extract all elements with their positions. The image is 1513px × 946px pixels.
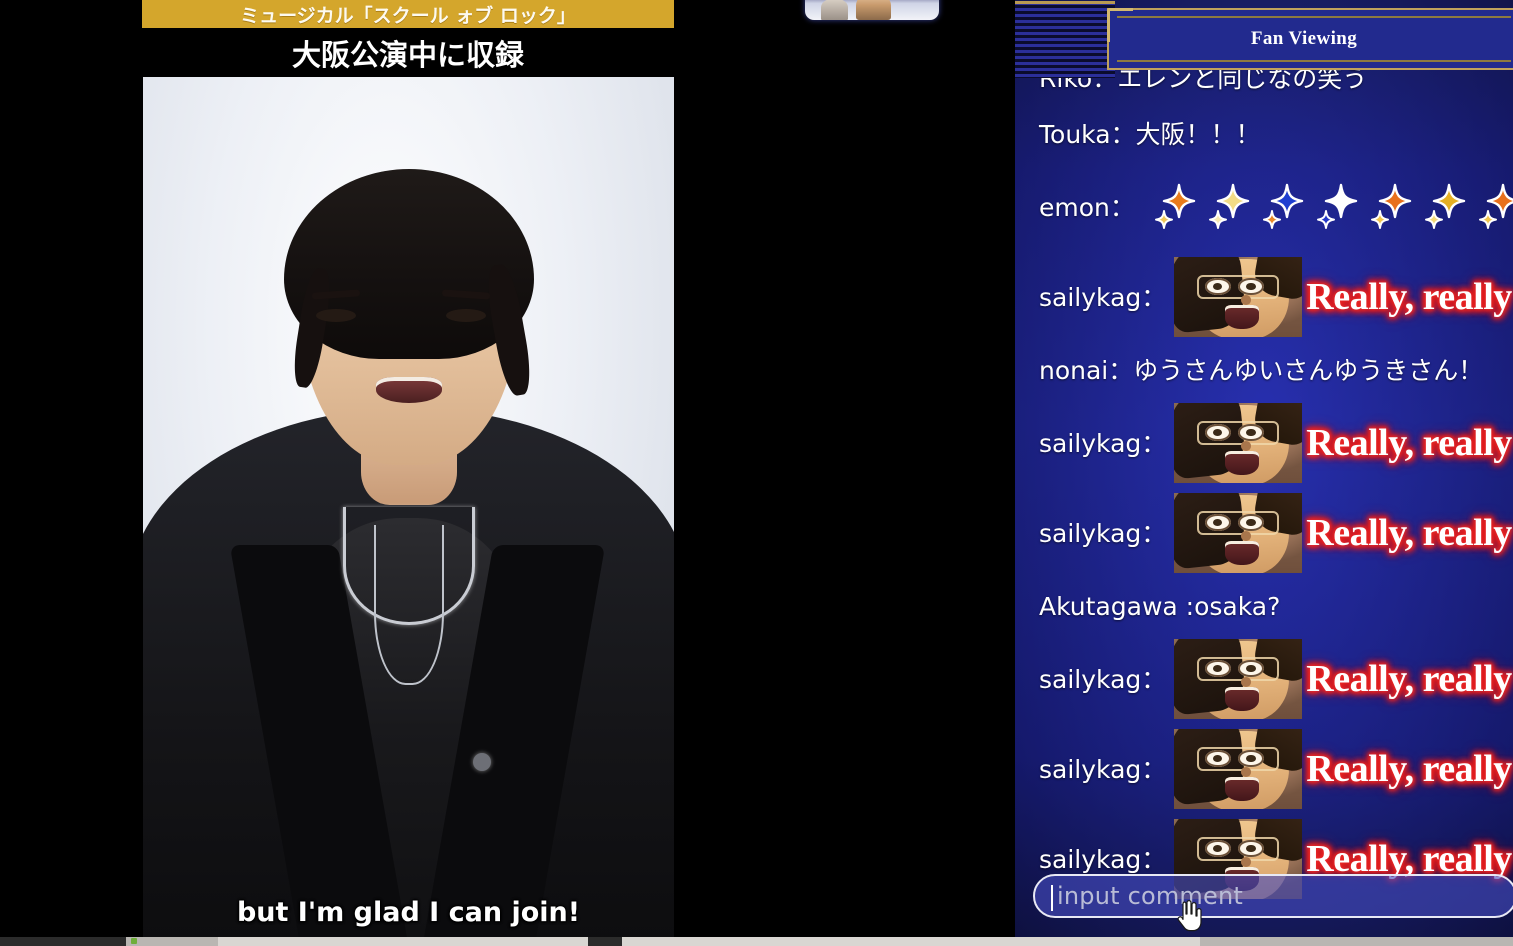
subject-mouth [375, 377, 442, 403]
emote-eye-left [1204, 277, 1231, 296]
sticker-caption-text: Really, really HOT [1306, 422, 1513, 464]
chat-message-author: sailykag： [1039, 428, 1167, 458]
comment-input[interactable]: input comment [1033, 874, 1513, 918]
emote-mouth [1225, 541, 1259, 565]
sticker-caption-text: Really, really HOT [1306, 838, 1513, 880]
sticker-caption-text: Really, really HOT [1306, 748, 1513, 790]
emote-eye-left [1204, 749, 1231, 768]
chat-emote-image[interactable] [1174, 639, 1303, 719]
pip-figure-secondary [821, 0, 848, 20]
chat-emote-image[interactable] [1174, 493, 1303, 573]
chat-message[interactable]: sailykag： Really, really HOT [1039, 724, 1513, 814]
chat-message[interactable]: Akutagawa : osaka? [1039, 578, 1513, 634]
emote-nose [1240, 767, 1252, 777]
text-caret [1051, 885, 1053, 911]
chat-message-sticker[interactable]: Really, really HOT [1174, 493, 1513, 573]
chat-message[interactable]: emon： [1039, 162, 1513, 252]
chat-message-text: 大阪！！！ [1135, 119, 1261, 149]
chat-message[interactable]: sailykag： Really, really HOT [1039, 398, 1513, 488]
strip-segment-taskbar [126, 937, 218, 946]
emote-nose [1240, 441, 1252, 451]
chat-message-author: Akutagawa : [1039, 591, 1195, 621]
video-frame[interactable]: but I'm glad I can join! [143, 77, 674, 938]
emote-nose [1240, 295, 1252, 305]
emote-nose [1240, 531, 1252, 541]
subject-eye-left [316, 309, 356, 322]
program-title-banner: ミュージカル「スクール ォブ ロック」 [142, 0, 674, 28]
picture-in-picture-thumbnail[interactable] [805, 0, 939, 20]
decorative-stripe-ornament [1015, 2, 1115, 78]
video-caption-text: but I'm glad I can join! [236, 897, 581, 928]
chat-emote-image[interactable] [1174, 403, 1303, 483]
subject-eye-right [446, 309, 486, 322]
chat-message-list[interactable]: Riko： エレンと同じなの笑う Touka： 大阪！！！ emon： sailykag：… [1015, 62, 1513, 899]
chat-message-sparkle-emoji-row [1149, 181, 1513, 233]
pip-figure-primary [855, 0, 891, 20]
chat-message[interactable]: sailykag： Really, really HOT [1039, 634, 1513, 724]
comment-input-container[interactable]: input comment [1033, 874, 1513, 918]
chat-message-author: sailykag： [1039, 754, 1167, 784]
sticker-caption-text: Really, really HOT [1306, 276, 1513, 318]
chat-message-sticker[interactable]: Really, really HOT [1174, 403, 1513, 483]
emote-eye-left [1204, 659, 1231, 678]
chat-message-author: emon： [1039, 192, 1135, 222]
fan-viewing-chat-pane[interactable]: Fan Viewing Riko： エレンと同じなの笑う Touka： 大阪！！！ em… [1015, 0, 1513, 946]
chat-message-sticker[interactable]: Really, really HOT [1174, 729, 1513, 809]
emote-nose [1240, 677, 1252, 687]
emote-eye-left [1204, 839, 1231, 858]
chat-message[interactable]: sailykag： Really, really HOT [1039, 252, 1513, 342]
header-corner-ornament-icon [1107, 8, 1133, 42]
emote-eye-left [1204, 423, 1231, 442]
sticker-caption-text: Really, really HOT [1306, 658, 1513, 700]
sticker-caption-text: Really, really HOT [1306, 512, 1513, 554]
video-player-pane[interactable]: ミュージカル「スクール ォブ ロック」 大阪公演中に収録 but I'm gla… [0, 0, 1014, 946]
chat-message-author: nonai： [1039, 355, 1134, 385]
strip-segment-right [1200, 937, 1513, 946]
chat-message-text: ゆうさんゆいさんゆうきさん！ [1133, 355, 1484, 385]
emote-eye-left [1204, 513, 1231, 532]
ornament-gold-rule [1015, 1, 1115, 4]
emote-mouth [1225, 305, 1259, 329]
strip-status-dot-icon [131, 938, 137, 944]
chat-message-author: sailykag： [1039, 518, 1167, 548]
emote-mouth [1225, 451, 1259, 475]
program-title-text: ミュージカル「スクール ォブ ロック」 [240, 4, 576, 27]
chat-message-author: sailykag： [1039, 844, 1167, 874]
chat-message[interactable]: nonai： ゆうさんゆいさんゆうきさん！ [1039, 342, 1513, 398]
chat-message[interactable]: sailykag： Really, really HOT [1039, 488, 1513, 578]
desktop-bottom-strip [0, 937, 1513, 946]
chat-header-title: Fan Viewing [1250, 28, 1358, 49]
program-subtitle-text: 大阪公演中に収録 [291, 37, 524, 72]
chat-message-author: Touka： [1039, 119, 1136, 149]
chat-emote-image[interactable] [1174, 729, 1303, 809]
chat-message[interactable]: Touka： 大阪！！！ [1039, 106, 1513, 162]
chat-message-sticker[interactable]: Really, really HOT [1174, 257, 1513, 337]
chat-emote-image[interactable] [1174, 257, 1303, 337]
screen-root: ミュージカル「スクール ォブ ロック」 大阪公演中に収録 but I'm gla… [0, 0, 1513, 946]
emote-mouth [1225, 687, 1259, 711]
strip-segment-mid [588, 937, 622, 946]
chat-message-author: sailykag： [1039, 282, 1167, 312]
emote-nose [1240, 857, 1252, 867]
comment-input-placeholder: input comment [1057, 882, 1243, 910]
program-subtitle-strip: 大阪公演中に収録 [142, 28, 674, 77]
chat-message-author: sailykag： [1039, 664, 1167, 694]
subject-lapel-pin [473, 753, 491, 771]
emote-mouth [1225, 777, 1259, 801]
subject-necklace-pendant [373, 525, 444, 685]
chat-header-bar: Fan Viewing [1107, 8, 1513, 70]
chat-message-text: osaka? [1194, 591, 1281, 621]
chat-message-sticker[interactable]: Really, really HOT [1174, 639, 1513, 719]
strip-segment-left [0, 937, 126, 946]
